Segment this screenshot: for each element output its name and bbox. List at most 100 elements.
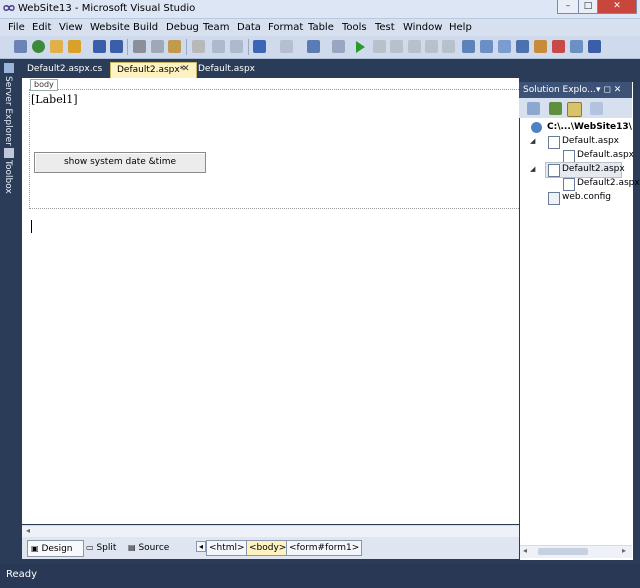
- menu-tools[interactable]: Tools: [342, 22, 367, 33]
- menu-table[interactable]: Table: [308, 22, 334, 33]
- other-windows-icon[interactable]: [588, 40, 601, 53]
- step-into-icon[interactable]: [408, 40, 421, 53]
- split-icon: ▭: [86, 543, 94, 552]
- menu-data[interactable]: Data: [237, 22, 261, 33]
- source-icon: ▤: [128, 543, 136, 552]
- menu-view[interactable]: View: [59, 22, 83, 33]
- step-out-icon[interactable]: [442, 40, 455, 53]
- cut-icon[interactable]: [133, 40, 146, 53]
- paste-icon[interactable]: [168, 40, 181, 53]
- menu-build[interactable]: Build: [133, 22, 158, 33]
- add-item-icon[interactable]: [32, 40, 45, 53]
- config-file-icon: [548, 192, 560, 205]
- menu-format[interactable]: Format: [268, 22, 303, 33]
- error-list-icon[interactable]: [552, 40, 565, 53]
- solution-explorer-scrollbar[interactable]: ◂ ▸: [520, 545, 632, 558]
- new-project-icon[interactable]: [14, 40, 27, 53]
- source-view-button[interactable]: ▤ Source: [128, 540, 169, 555]
- tab-close-icon[interactable]: ✕: [182, 64, 190, 74]
- expand-arrow-icon[interactable]: ◢: [530, 165, 535, 173]
- source-label: Source: [138, 543, 170, 553]
- open-folder-icon[interactable]: [68, 40, 81, 53]
- start-page-icon[interactable]: [570, 40, 583, 53]
- scroll-left-icon[interactable]: ◂: [523, 546, 527, 555]
- menu-test[interactable]: Test: [375, 22, 395, 33]
- window-title: WebSite13 - Microsoft Visual Studio: [18, 3, 196, 14]
- aspx-file-icon: [548, 136, 560, 149]
- breadcrumb-html[interactable]: <html>: [206, 540, 248, 556]
- maximize-button[interactable]: □: [578, 0, 598, 14]
- breadcrumb-body[interactable]: <body>: [246, 540, 290, 556]
- refresh-icon[interactable]: [549, 102, 562, 115]
- tree-item-default-aspx[interactable]: Default.aspx: [562, 136, 619, 146]
- menu-file[interactable]: File: [8, 22, 25, 33]
- status-bar: [0, 564, 640, 588]
- show-date-button[interactable]: show system date &time: [34, 152, 206, 173]
- copy-icon[interactable]: [151, 40, 164, 53]
- stop-icon[interactable]: [390, 40, 403, 53]
- open-file-icon[interactable]: [50, 40, 63, 53]
- uncomment-icon[interactable]: [230, 40, 243, 53]
- tab-label: Default2.aspx*: [117, 65, 185, 75]
- website-icon: [531, 122, 542, 133]
- minimize-button[interactable]: –: [557, 0, 579, 14]
- save-all-icon[interactable]: [110, 40, 123, 53]
- expand-arrow-icon[interactable]: ◢: [530, 137, 535, 145]
- tab-default2-aspx-cs[interactable]: Default2.aspx.cs: [21, 62, 108, 77]
- start-debugging-icon[interactable]: [356, 41, 365, 53]
- form-region: [29, 89, 521, 209]
- menu-team[interactable]: Team: [203, 22, 229, 33]
- tree-item-default-aspx-cs[interactable]: Default.aspx: [577, 150, 634, 160]
- pause-icon[interactable]: [373, 40, 386, 53]
- visual-studio-icon: [3, 5, 15, 11]
- breadcrumb-form[interactable]: <form#form1>: [286, 540, 363, 556]
- close-button[interactable]: ✕: [597, 0, 637, 14]
- tree-item-default2-aspx-cs[interactable]: Default2.aspx: [577, 178, 640, 188]
- properties-icon[interactable]: [527, 102, 540, 115]
- comment-icon[interactable]: [212, 40, 225, 53]
- find-in-files-icon[interactable]: [462, 40, 475, 53]
- redo-icon[interactable]: [280, 40, 293, 53]
- tree-item-default2-aspx[interactable]: Default2.aspx: [562, 164, 625, 174]
- tree-item-web-config[interactable]: web.config: [562, 192, 611, 202]
- title-bar: WebSite13 - Microsoft Visual Studio – □ …: [0, 0, 640, 19]
- save-icon[interactable]: [93, 40, 106, 53]
- undo-icon[interactable]: [253, 40, 266, 53]
- navigate-forward-icon[interactable]: [332, 40, 345, 53]
- design-icon: ▣: [31, 544, 39, 553]
- server-explorer-tab[interactable]: Server Explorer: [3, 76, 13, 146]
- scroll-thumb[interactable]: [538, 548, 588, 555]
- menu-debug[interactable]: Debug: [166, 22, 199, 33]
- text-caret: [31, 220, 32, 233]
- label1-control[interactable]: [Label1]: [31, 93, 78, 106]
- toolbar-separator: [248, 39, 249, 55]
- step-over-icon[interactable]: [425, 40, 438, 53]
- panel-controls-icon[interactable]: ▾ ◻ ✕: [596, 85, 621, 95]
- show-all-files-icon[interactable]: [567, 102, 582, 117]
- tab-default-aspx[interactable]: Default.aspx: [192, 62, 261, 77]
- view-code-icon[interactable]: [590, 102, 603, 115]
- toolbar-separator: [127, 39, 128, 55]
- menu-help[interactable]: Help: [449, 22, 472, 33]
- toolbox-icon[interactable]: [534, 40, 547, 53]
- tree-item-website[interactable]: C:\...\WebSite13\: [547, 122, 632, 132]
- menu-website[interactable]: Website: [90, 22, 130, 33]
- menu-edit[interactable]: Edit: [32, 22, 51, 33]
- split-label: Split: [96, 543, 117, 553]
- split-view-button[interactable]: ▭ Split: [86, 540, 116, 555]
- toolbar-separator: [186, 39, 187, 55]
- solution-explorer-icon[interactable]: [480, 40, 493, 53]
- toolbox-tab[interactable]: Toolbox: [3, 160, 13, 194]
- aspx-file-icon: [548, 164, 560, 177]
- menu-window[interactable]: Window: [403, 22, 442, 33]
- properties-icon[interactable]: [498, 40, 511, 53]
- cs-file-icon: [563, 178, 575, 191]
- navigate-backward-icon[interactable]: [307, 40, 320, 53]
- design-view-button[interactable]: ▣ Design: [27, 540, 84, 557]
- find-icon[interactable]: [192, 40, 205, 53]
- object-browser-icon[interactable]: [516, 40, 529, 53]
- scroll-left-icon[interactable]: ◂: [26, 526, 30, 535]
- crumb-left-icon[interactable]: ◂: [196, 541, 207, 552]
- scroll-right-icon[interactable]: ▸: [622, 546, 626, 555]
- body-tag-label[interactable]: body: [30, 79, 58, 91]
